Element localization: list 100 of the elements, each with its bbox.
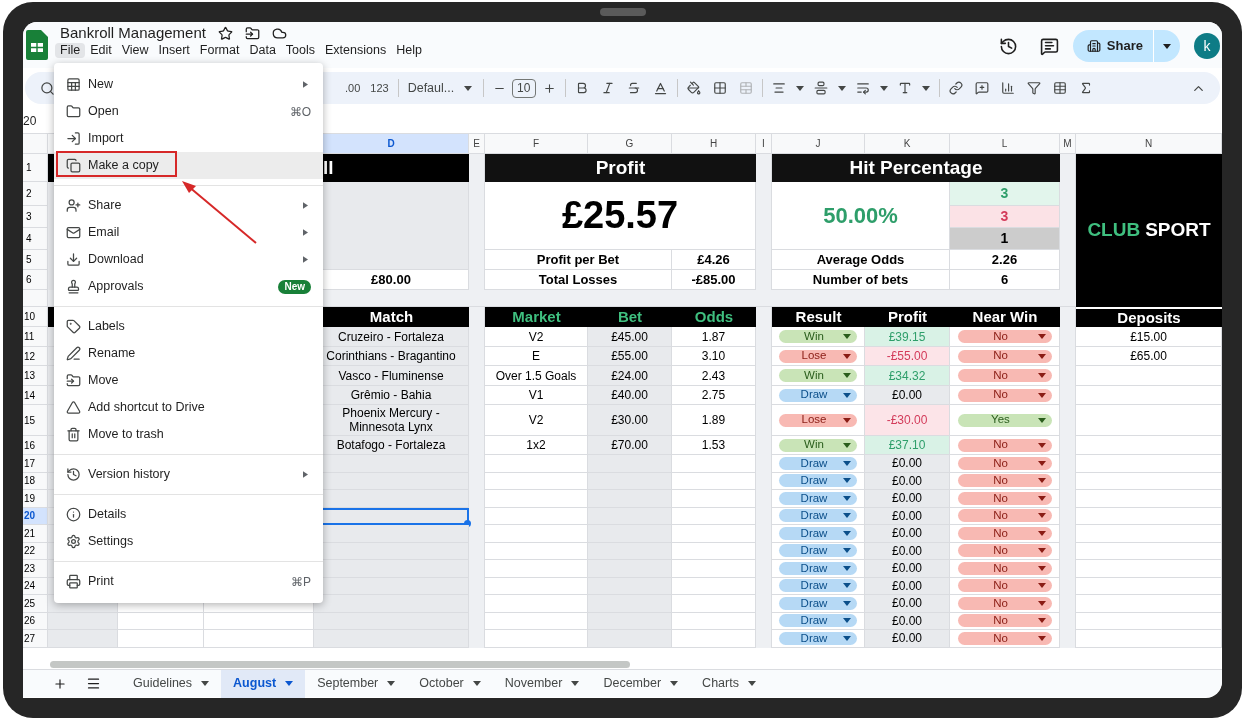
dropdown-chip[interactable]: No xyxy=(957,596,1052,610)
dropdown-chip[interactable]: No xyxy=(957,456,1052,470)
dropdown-chip[interactable]: Draw xyxy=(779,614,857,628)
cloud-icon[interactable] xyxy=(271,25,287,41)
history-icon[interactable] xyxy=(998,36,1018,56)
menu-option[interactable]: Share xyxy=(54,192,323,219)
row-header[interactable]: 23 xyxy=(23,560,48,578)
chart-icon[interactable] xyxy=(1000,81,1015,95)
column-header[interactable]: F xyxy=(485,134,588,154)
dropdown-chip[interactable]: No xyxy=(957,526,1052,540)
dropdown-chip[interactable]: No xyxy=(957,561,1052,575)
column-header[interactable]: H xyxy=(672,134,756,154)
menu-item[interactable]: Tools xyxy=(280,43,321,58)
document-title[interactable]: Bankroll Management xyxy=(60,24,206,42)
menu-item[interactable]: View xyxy=(116,43,154,58)
paint-bucket-icon[interactable] xyxy=(686,81,701,95)
menu-option[interactable]: Open ⌘O xyxy=(54,98,323,125)
dropdown-chip[interactable]: Draw xyxy=(779,456,857,470)
dropdown-chip[interactable]: Win xyxy=(779,330,857,343)
dropdown-chip[interactable]: Draw xyxy=(779,596,857,610)
row-header[interactable]: 11 xyxy=(23,327,48,347)
dropdown-chip[interactable]: No xyxy=(957,579,1052,593)
dropdown-chip[interactable]: Draw xyxy=(779,509,857,523)
dropdown-chip[interactable]: Draw xyxy=(779,631,857,645)
corner-cell[interactable] xyxy=(23,134,48,154)
align-icon[interactable] xyxy=(771,81,786,95)
row-header[interactable]: 12 xyxy=(23,347,48,366)
dropdown-chip[interactable]: Draw xyxy=(779,544,857,558)
menu-option[interactable]: Download xyxy=(54,246,323,273)
dropdown-chip[interactable]: Win xyxy=(779,438,857,452)
menu-option[interactable]: Version history xyxy=(54,461,323,488)
column-header[interactable]: I xyxy=(756,134,772,154)
menu-item[interactable]: Format xyxy=(194,43,245,58)
wrap-icon[interactable] xyxy=(855,81,870,95)
dropdown-chip[interactable]: No xyxy=(957,544,1052,558)
row-header[interactable]: 10 xyxy=(23,307,48,327)
dropdown-chip[interactable]: Lose xyxy=(779,413,857,427)
menu-option[interactable]: Make a copy xyxy=(54,152,323,179)
dropdown-chip[interactable]: Win xyxy=(779,369,857,382)
row-header[interactable]: 1 xyxy=(23,154,48,182)
row-header[interactable]: 21 xyxy=(23,525,48,543)
dropdown-chip[interactable]: Lose xyxy=(779,349,857,363)
italic-icon[interactable] xyxy=(600,81,615,95)
column-header[interactable]: M xyxy=(1060,134,1076,154)
dropdown-chip[interactable]: Draw xyxy=(779,491,857,505)
comment-icon[interactable] xyxy=(1039,36,1059,56)
column-header[interactable]: G xyxy=(588,134,672,154)
link-icon[interactable] xyxy=(948,81,963,95)
dropdown-chip[interactable]: Draw xyxy=(779,474,857,488)
dropdown-chip[interactable]: No xyxy=(957,614,1052,628)
font-size-field[interactable]: 10 xyxy=(511,78,536,98)
row-header[interactable]: 19 xyxy=(23,490,48,508)
sheet-tab[interactable]: August xyxy=(221,669,306,698)
row-header[interactable]: 2 xyxy=(23,182,48,206)
dropdown-chip[interactable]: No xyxy=(957,491,1052,505)
sheet-tab[interactable]: Charts xyxy=(690,669,768,698)
decimal-button[interactable]: .00 xyxy=(345,79,361,97)
plus-icon[interactable] xyxy=(542,81,556,95)
menu-option[interactable]: New xyxy=(54,71,323,98)
dropdown-chip[interactable]: Yes xyxy=(957,413,1052,427)
menu-icon[interactable] xyxy=(86,676,101,691)
dropdown-chip[interactable]: No xyxy=(957,509,1052,523)
avatar[interactable]: k xyxy=(1194,33,1220,59)
menu-option[interactable]: Details xyxy=(54,501,323,528)
row-header[interactable]: 25 xyxy=(23,595,48,613)
dropdown-chip[interactable]: No xyxy=(957,369,1052,382)
dropdown-chip[interactable]: No xyxy=(957,438,1052,452)
filter-icon[interactable] xyxy=(1026,81,1041,95)
menu-item[interactable]: Data xyxy=(244,43,281,58)
row-header[interactable]: 17 xyxy=(23,455,48,473)
row-header[interactable]: 15 xyxy=(23,405,48,436)
menu-option[interactable]: Settings xyxy=(54,528,323,555)
name-box[interactable]: 20 xyxy=(23,111,37,130)
sheet-tab[interactable]: November xyxy=(492,669,592,698)
menu-item[interactable]: Extensions xyxy=(320,43,392,58)
star-icon[interactable] xyxy=(217,25,233,41)
vertical-align-icon[interactable] xyxy=(813,81,828,95)
search-icon[interactable] xyxy=(40,80,55,96)
font-dropdown[interactable]: Defaul... xyxy=(407,78,474,98)
borders-icon[interactable] xyxy=(712,81,727,95)
menu-item[interactable]: File xyxy=(55,43,86,58)
add-sheet-icon[interactable] xyxy=(53,676,67,691)
dropdown-chip[interactable]: No xyxy=(957,330,1052,343)
add-comment-icon[interactable] xyxy=(974,81,989,95)
column-header[interactable]: K xyxy=(865,134,950,154)
sheet-tab[interactable]: September xyxy=(305,669,408,698)
scrollbar[interactable] xyxy=(50,660,630,668)
number-format-button[interactable]: 123 xyxy=(370,79,389,97)
text-rotation-icon[interactable] xyxy=(897,81,912,95)
column-header[interactable]: J xyxy=(772,134,865,154)
row-header[interactable]: 5 xyxy=(23,250,48,270)
row-header[interactable]: 3 xyxy=(23,206,48,228)
row-header[interactable]: 4 xyxy=(23,228,48,250)
menu-item[interactable]: Help xyxy=(391,43,427,58)
dropdown-chip[interactable]: No xyxy=(957,388,1052,402)
row-header[interactable]: 6 xyxy=(23,270,48,290)
folder-icon[interactable] xyxy=(244,25,260,41)
strikethrough-icon[interactable] xyxy=(626,81,641,95)
menu-option[interactable]: Print ⌘P xyxy=(54,568,323,595)
sheet-tab[interactable]: Guidelines xyxy=(121,669,222,698)
